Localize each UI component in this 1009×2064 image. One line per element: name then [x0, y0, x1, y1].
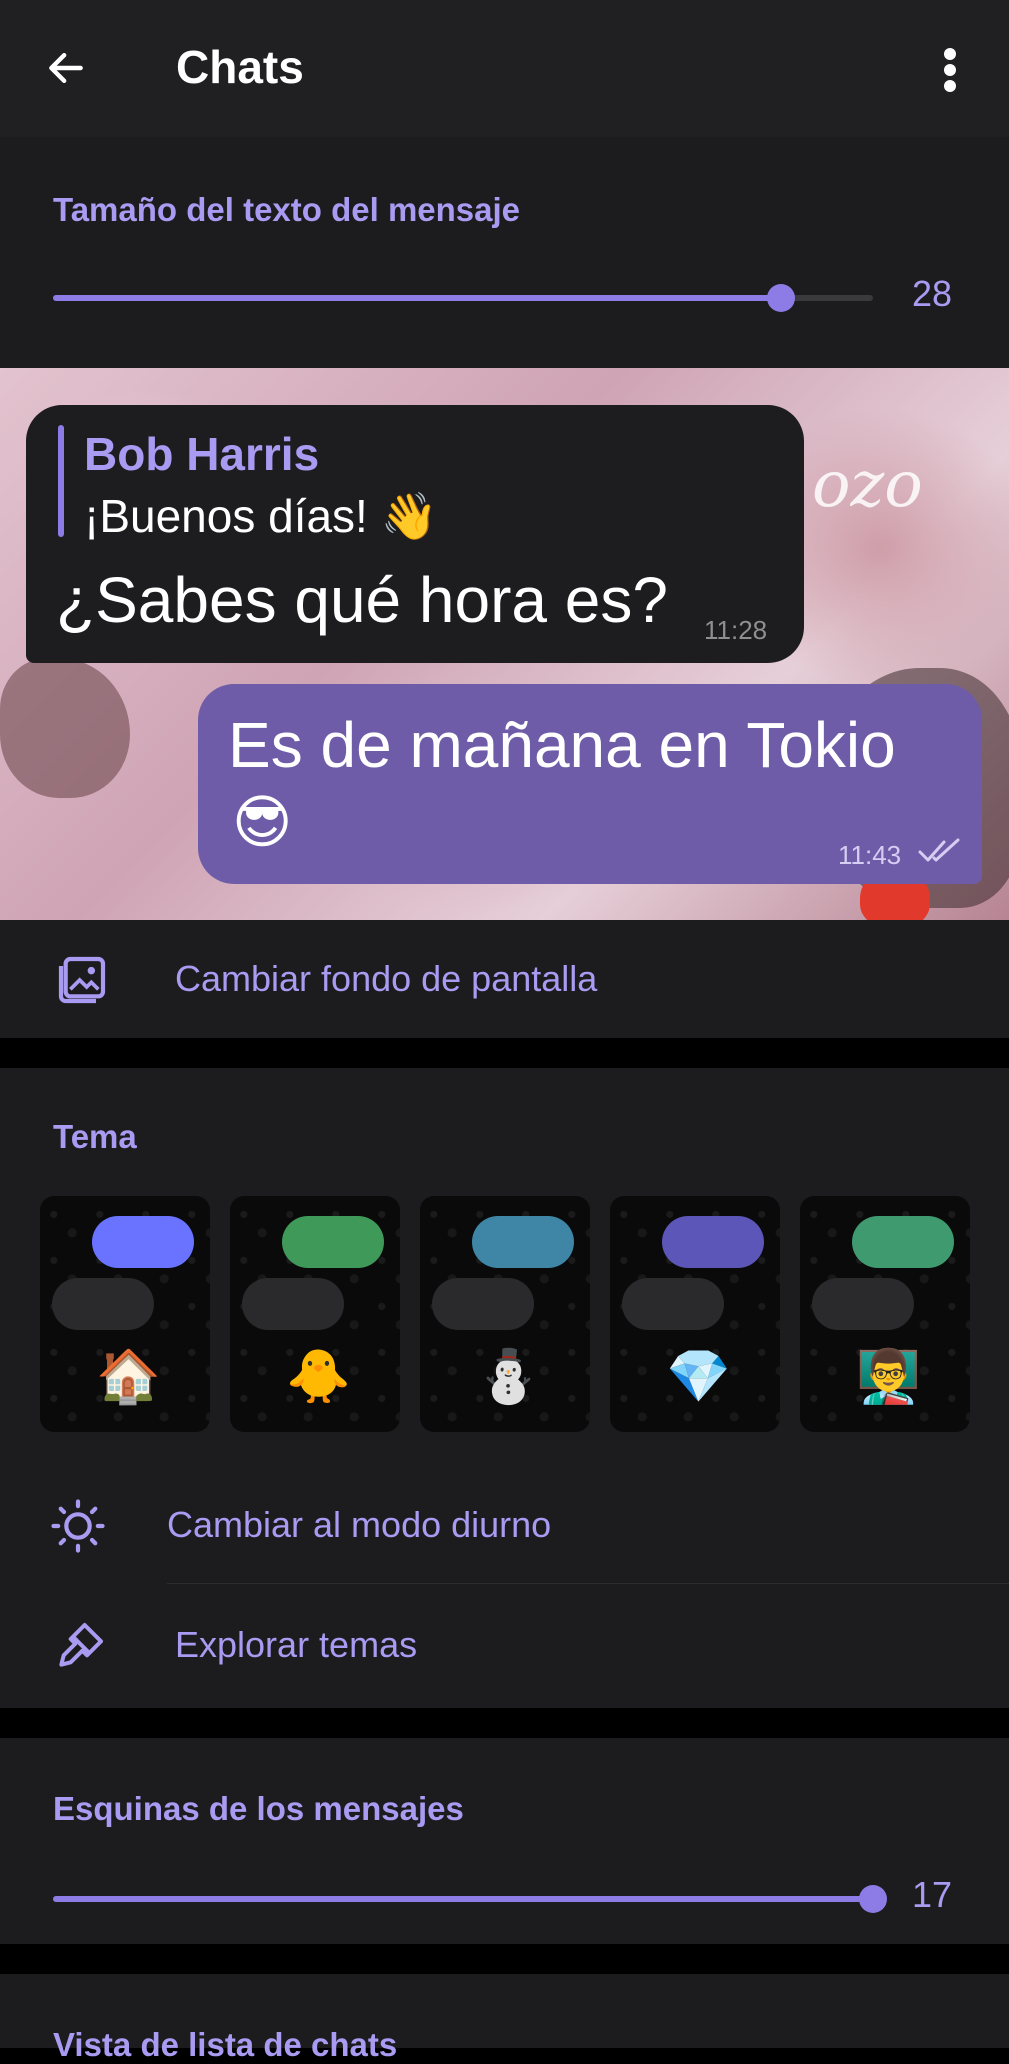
theme-emoji: 👨‍🏫 [856, 1348, 921, 1406]
day-mode-label: Cambiar al modo diurno [167, 1504, 552, 1545]
reply-sender-name: Bob Harris [84, 428, 320, 480]
theme-bubble [242, 1278, 344, 1330]
text-size-title: Tamaño del texto del mensaje [53, 191, 521, 228]
theme-accent-bubble [852, 1216, 954, 1268]
theme-accent-bubble [92, 1216, 194, 1268]
theme-bubble [812, 1278, 914, 1330]
wallpaper-icon [58, 956, 106, 1004]
app-bar: Chats [0, 0, 1009, 137]
browse-themes-row[interactable]: Explorar temas [0, 1590, 1009, 1702]
theme-accent-bubble [472, 1216, 574, 1268]
text-size-slider[interactable] [53, 284, 873, 312]
brush-icon [59, 1623, 103, 1667]
corners-slider-fill [53, 1896, 873, 1902]
theme-emoji: 🐥 [286, 1348, 351, 1406]
outgoing-message-bubble: Es de mañana en Tokio 😎 11:43 [198, 684, 982, 884]
corners-title: Esquinas de los mensajes [53, 1790, 464, 1827]
page-title: Chats [176, 41, 304, 93]
theme-bubble [622, 1278, 724, 1330]
corners-slider[interactable] [53, 1885, 887, 1913]
more-vertical-icon[interactable] [934, 46, 966, 94]
corners-value: 17 [912, 1874, 953, 1915]
theme-accent-bubble [662, 1216, 764, 1268]
theme-title: Tema [53, 1118, 137, 1155]
theme-card-3[interactable]: 💎 [610, 1196, 780, 1432]
theme-emoji: 🏠 [96, 1348, 161, 1406]
incoming-message-time: 11:28 [704, 615, 768, 645]
change-wallpaper-row[interactable]: Cambiar fondo de pantalla [0, 920, 1009, 1038]
reply-quote-text: ¡Buenos días! 👋 [84, 490, 438, 542]
chat-list-section: Vista de lista de chats [0, 1974, 1009, 2063]
outgoing-message-emoji: 😎 [232, 790, 293, 855]
chat-preview: ozo Bob Harris ¡Buenos días! 👋 ¿Sabes qu… [0, 368, 1009, 920]
browse-themes-label: Explorar temas [175, 1624, 418, 1665]
theme-bubble [52, 1278, 154, 1330]
change-wallpaper-label: Cambiar fondo de pantalla [175, 958, 598, 999]
theme-bubble [432, 1278, 534, 1330]
wallpaper-section: Cambiar fondo de pantalla [0, 920, 1009, 1038]
outgoing-message-text: Es de mañana en Tokio [228, 709, 896, 781]
text-size-value: 28 [912, 273, 953, 314]
corners-slider-thumb[interactable] [859, 1885, 887, 1913]
reply-quote-bar [58, 425, 64, 537]
double-check-icon [918, 838, 960, 862]
text-size-slider-fill [53, 295, 782, 301]
theme-card-1[interactable]: 🐥 [230, 1196, 400, 1432]
sun-icon [51, 1499, 105, 1553]
day-mode-row[interactable]: Cambiar al modo diurno [0, 1470, 1009, 1582]
theme-card-4[interactable]: 👨‍🏫 [800, 1196, 970, 1432]
theme-carousel[interactable]: 🏠 🐥 ⛄ 💎 👨‍🏫 [40, 1196, 1009, 1432]
theme-card-0[interactable]: 🏠 [40, 1196, 210, 1432]
text-size-slider-thumb[interactable] [767, 284, 796, 312]
incoming-message-text: ¿Sabes qué hora es? [56, 564, 668, 636]
chat-list-title: Vista de lista de chats [53, 2026, 398, 2063]
text-size-section: Tamaño del texto del mensaje 28 [0, 137, 1009, 368]
arrow-left-icon[interactable] [44, 46, 88, 90]
incoming-message-bubble: Bob Harris ¡Buenos días! 👋 ¿Sabes qué ho… [26, 405, 804, 663]
wallpaper-shape [0, 658, 130, 798]
corners-section: Esquinas de los mensajes 17 [0, 1738, 1009, 1944]
theme-card-2[interactable]: ⛄ [420, 1196, 590, 1432]
theme-accent-bubble [282, 1216, 384, 1268]
divider [167, 1583, 1009, 1584]
theme-emoji: ⛄ [476, 1348, 541, 1406]
wallpaper-watermark: ozo [812, 448, 923, 522]
outgoing-message-time: 11:43 [838, 840, 902, 870]
theme-emoji: 💎 [666, 1348, 731, 1406]
